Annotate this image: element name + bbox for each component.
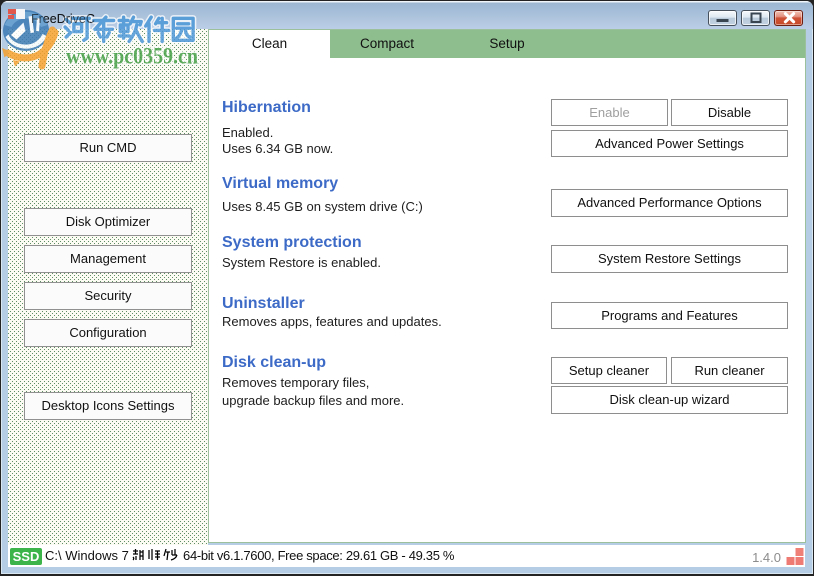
svg-text:www.pc0359.cn: www.pc0359.cn [66, 44, 198, 69]
